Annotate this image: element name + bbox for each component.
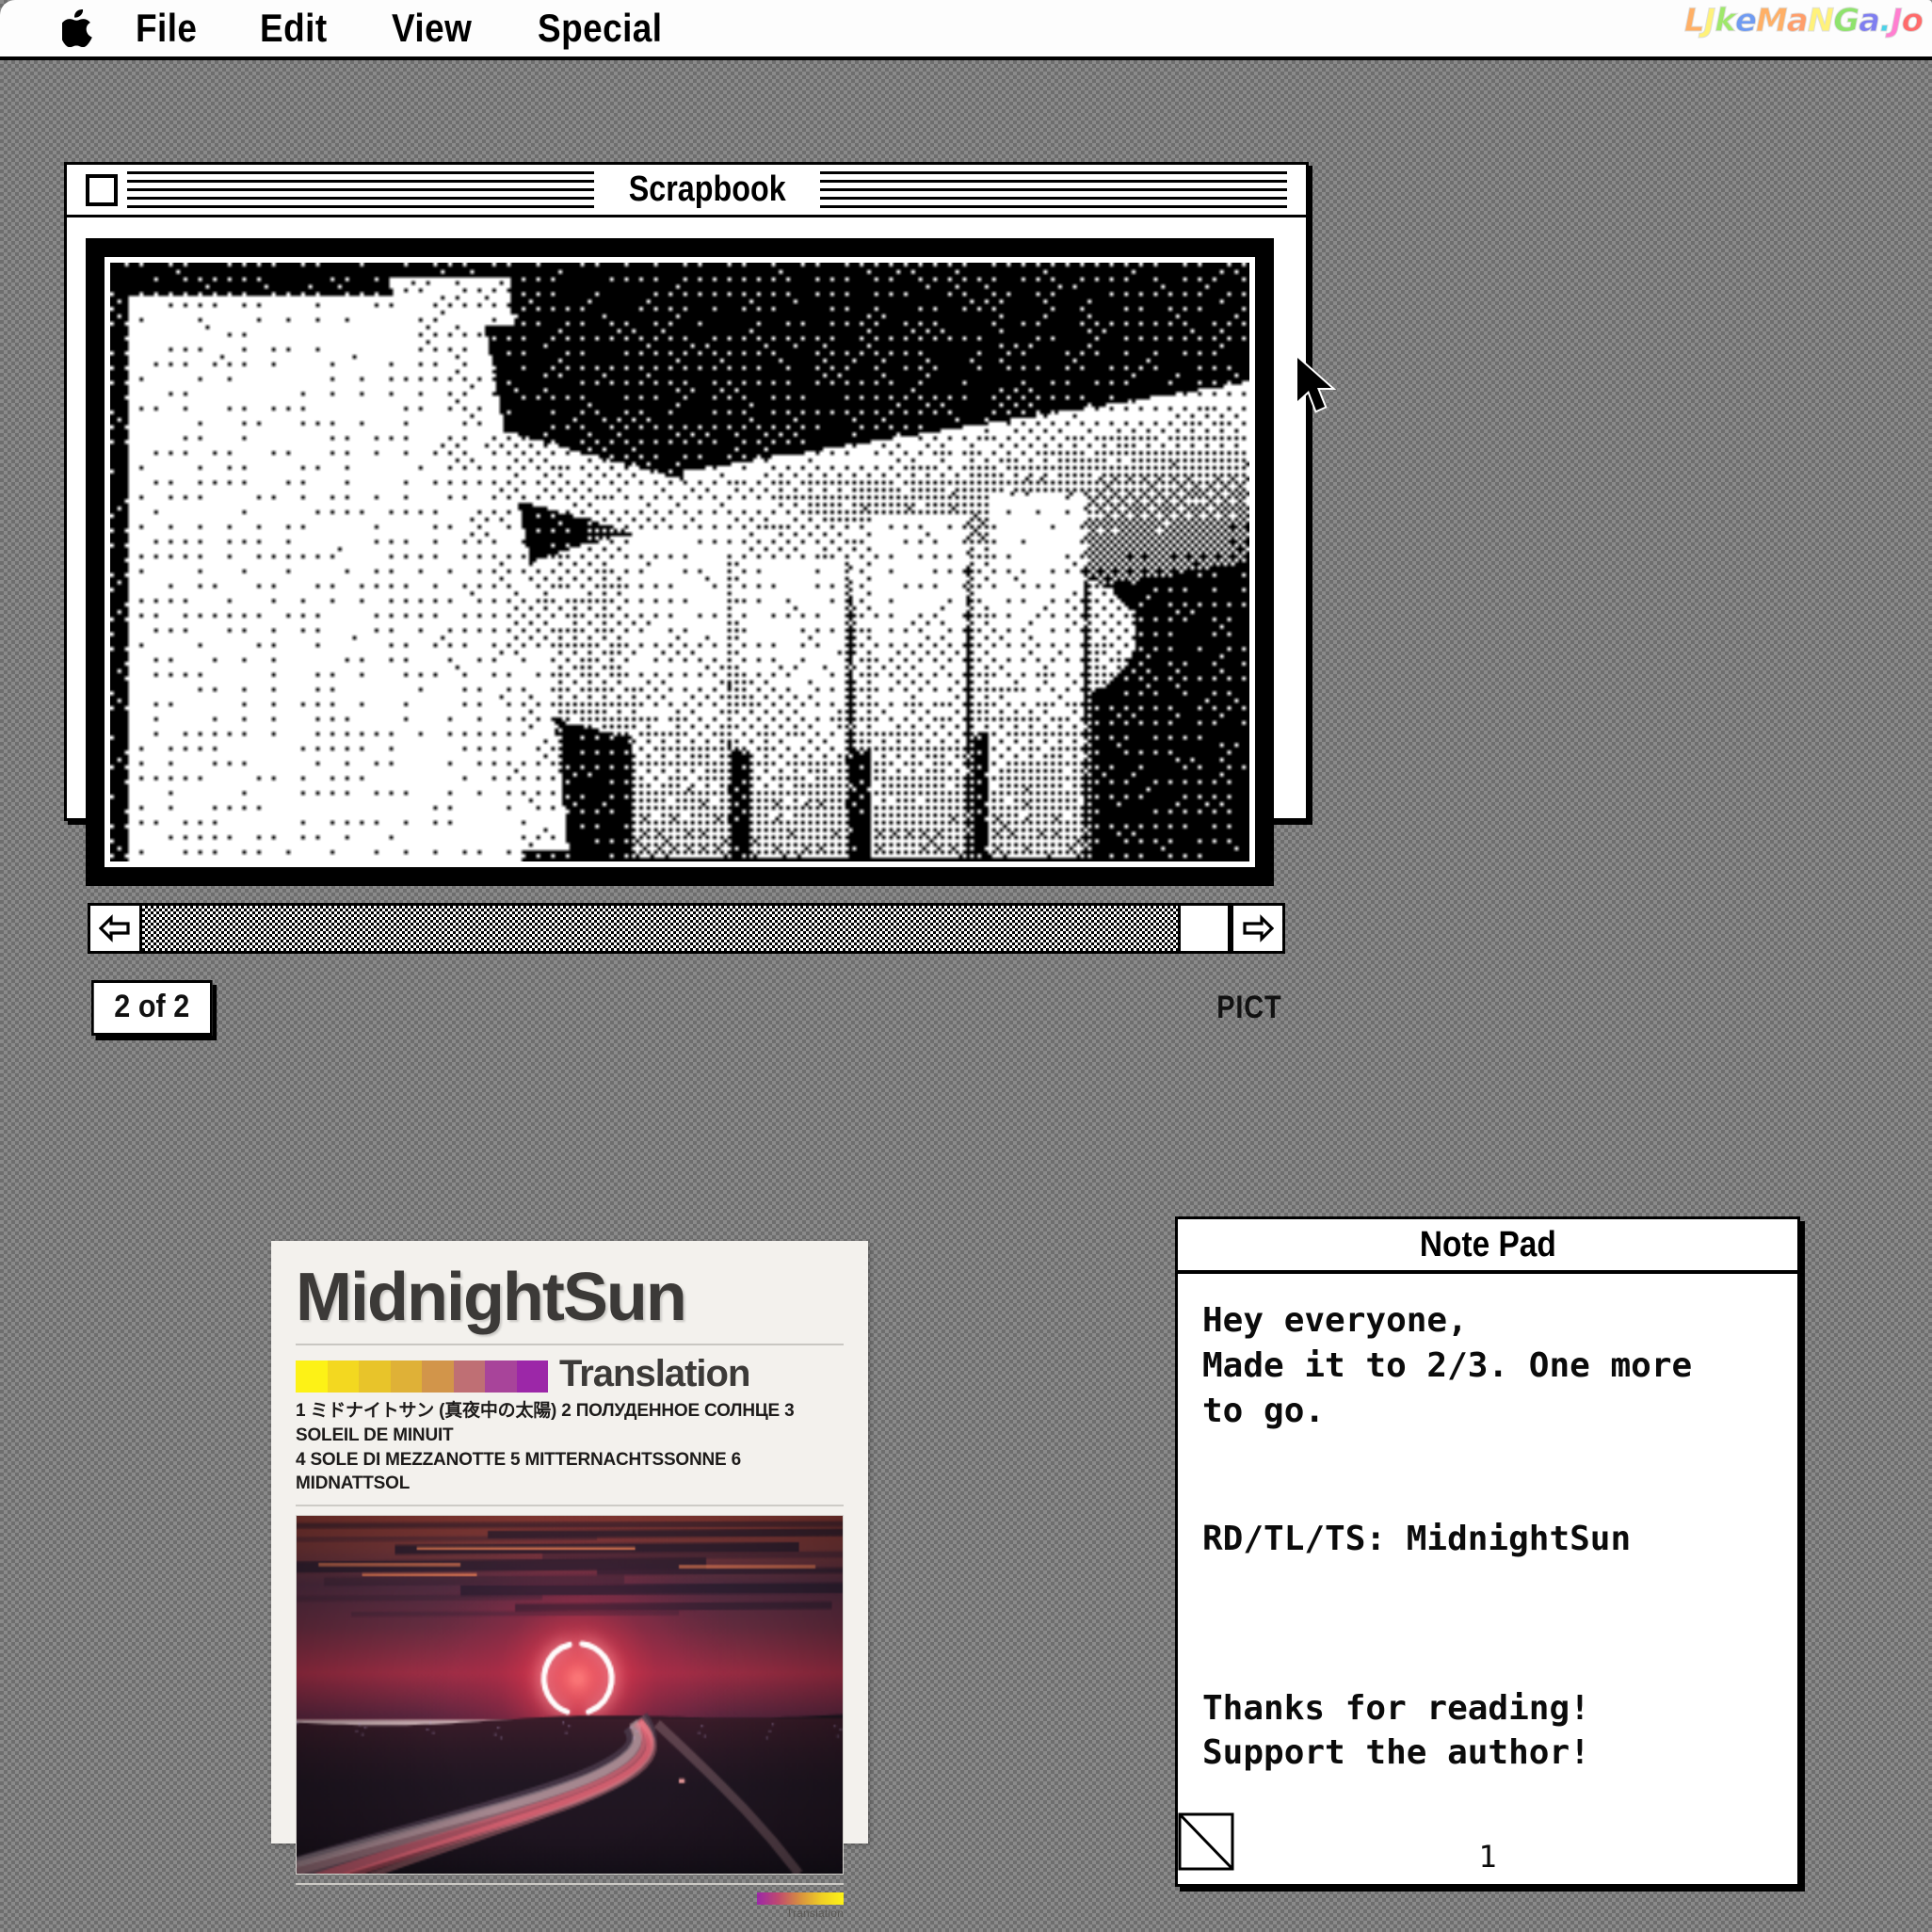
card-badge: Translation [296, 1892, 844, 1920]
notepad-line-1: Hey everyone, [1202, 1301, 1468, 1340]
horizontal-scrollbar[interactable] [88, 903, 1285, 954]
notepad-title: Note Pad [1419, 1224, 1556, 1264]
scrollbar-thumb[interactable] [1178, 906, 1231, 951]
menu-item-view[interactable]: View [392, 6, 472, 51]
apple-logo-icon[interactable] [62, 9, 94, 47]
card-swatch-row: Translation [296, 1355, 844, 1393]
notepad-line-3: to go. [1202, 1391, 1326, 1430]
close-box-icon[interactable] [86, 173, 118, 206]
arrow-cursor [1296, 353, 1339, 414]
card-divider-top [296, 1344, 844, 1346]
color-swatch-strip [296, 1360, 548, 1393]
menu-item-edit[interactable]: Edit [260, 6, 328, 51]
menu-item-file[interactable]: File [136, 6, 197, 51]
scroll-left-arrow-icon[interactable] [90, 906, 142, 951]
notepad-closing-1: Thanks for reading! [1202, 1688, 1590, 1728]
card-divider-bottom [296, 1883, 844, 1885]
translation-label: Translation [559, 1353, 750, 1395]
notepad-credits: RD/TL/TS: MidnightSun [1202, 1519, 1632, 1558]
menu-item-special[interactable]: Special [538, 6, 663, 51]
language-line-1: 1 ミドナイトサン (真夜中の太陽) 2 ПОЛУДЕННОЕ СОЛНЦЕ 3… [296, 1401, 795, 1446]
notepad-spacer-4 [1202, 1603, 1797, 1645]
card-title: MidnightSun [296, 1260, 687, 1335]
notepad-window[interactable]: Note Pad Hey everyone, Made it to 2/3. O… [1175, 1216, 1800, 1887]
language-line-2: 4 SOLE DI MEZZANOTTE 5 MITTERNACHTSSONNE… [296, 1449, 741, 1494]
notepad-closing-2: Support the author! [1202, 1733, 1590, 1773]
notepad-page-number: 1 [1478, 1839, 1497, 1875]
title-bar-stripes-right [820, 170, 1288, 211]
card-divider-mid [296, 1505, 844, 1506]
notepad-spacer-3 [1202, 1562, 1797, 1603]
notepad-title-bar[interactable]: Note Pad [1178, 1219, 1797, 1274]
site-watermark: LJkeMaNGa.Jo [1683, 2, 1924, 40]
scrapbook-body: 2 of 2 PICT [67, 217, 1306, 1036]
scrapbook-picture-inner [105, 257, 1255, 867]
scrapbook-picture-frame [86, 238, 1274, 886]
page-counter: 2 of 2 [91, 979, 213, 1036]
card-artwork [296, 1515, 844, 1875]
scroll-right-arrow-icon[interactable] [1231, 906, 1282, 951]
scrollbar-track[interactable] [142, 906, 1231, 951]
title-bar-stripes-left [127, 170, 594, 211]
badge-gradient-strip [757, 1892, 844, 1905]
notepad-spacer-5 [1202, 1645, 1797, 1686]
badge-label: Translation [785, 1907, 844, 1920]
scrapbook-title: Scrapbook [610, 169, 804, 210]
scrapbook-status-row: 2 of 2 PICT [91, 978, 1281, 1037]
clipping-type-label: PICT [1216, 989, 1281, 1025]
scrapbook-image [110, 263, 1249, 861]
language-list: 1 ミドナイトサン (真夜中の太陽) 2 ПОЛУДЕННОЕ СОЛНЦЕ 3… [296, 1399, 844, 1496]
notepad-line-2: Made it to 2/3. One more [1202, 1345, 1693, 1385]
menu-bar: File Edit View Special LJkeMaNGa.Jo [0, 0, 1932, 60]
scrapbook-window[interactable]: Scrapbook 2 of 2 PICT [64, 162, 1309, 1036]
notepad-spacer-2 [1202, 1475, 1797, 1517]
midnightsun-credits-card: MidnightSun Translation 1 ミドナイトサン (真夜中の太… [271, 1241, 868, 1920]
notepad-body[interactable]: Hey everyone, Made it to 2/3. One more t… [1178, 1274, 1797, 1884]
scrapbook-title-bar[interactable]: Scrapbook [67, 165, 1306, 217]
notepad-spacer-1 [1202, 1434, 1797, 1475]
